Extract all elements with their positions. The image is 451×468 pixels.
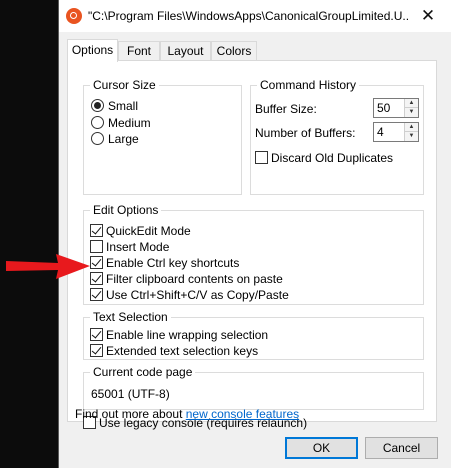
line-wrap-selection-checkbox[interactable]: Enable line wrapping selection [90,327,268,343]
radio-medium-indicator[interactable] [91,116,104,129]
cancel-button[interactable]: Cancel [365,437,438,459]
radio-medium[interactable]: Medium [91,115,151,131]
line-wrap-selection-label: Enable line wrapping selection [106,328,269,342]
dialog-body: Options Font Layout Colors Cursor Size S… [59,32,451,468]
title-bar: "C:\Program Files\WindowsApps\CanonicalG… [59,0,451,32]
code-page-group: Current code page 65001 (UTF-8) [83,365,424,410]
window-title: "C:\Program Files\WindowsApps\CanonicalG… [88,9,408,23]
tab-layout[interactable]: Layout [160,41,211,61]
code-page-title: Current code page [90,365,196,379]
tab-colors[interactable]: Colors [211,41,257,61]
new-console-features-link[interactable]: new console features [186,407,299,421]
ctrl-shortcuts-box[interactable] [90,256,103,269]
num-buffers-stepper[interactable]: 4 ▲ ▼ [373,122,419,142]
text-selection-group: Text Selection Enable line wrapping sele… [83,310,424,360]
close-icon[interactable]: ✕ [415,3,441,29]
line-wrap-selection-box[interactable] [90,328,103,341]
num-buffers-spin-buttons: ▲ ▼ [404,123,418,141]
code-page-value: 65001 (UTF-8) [91,387,170,401]
options-panel: Cursor Size Small Medium Large Command H… [67,60,437,430]
insert-mode-box[interactable] [90,240,103,253]
num-buffers-label: Number of Buffers: [255,126,356,140]
filter-clipboard-checkbox[interactable]: Filter clipboard contents on paste [90,271,283,287]
radio-small-label: Small [108,99,139,113]
insert-mode-checkbox[interactable]: Insert Mode [90,239,169,255]
edit-options-title: Edit Options [90,203,162,217]
ctrl-shift-copy-paste-label: Use Ctrl+Shift+C/V as Copy/Paste [106,288,289,302]
discard-duplicates-label: Discard Old Duplicates [271,151,394,165]
filter-clipboard-label: Filter clipboard contents on paste [106,272,283,286]
ubuntu-icon [66,8,82,24]
find-out-more-text: Find out more about [75,407,186,421]
quickedit-checkbox[interactable]: QuickEdit Mode [90,223,191,239]
discard-duplicates-checkbox[interactable]: Discard Old Duplicates [255,150,393,166]
ctrl-shift-copy-paste-box[interactable] [90,288,103,301]
buffer-size-down-icon[interactable]: ▼ [405,108,418,117]
extended-selection-box[interactable] [90,344,103,357]
quickedit-label: QuickEdit Mode [106,224,191,238]
filter-clipboard-box[interactable] [90,272,103,285]
buffer-size-label: Buffer Size: [255,102,317,116]
text-selection-title: Text Selection [90,310,171,324]
num-buffers-up-icon[interactable]: ▲ [405,123,418,132]
ctrl-shortcuts-label: Enable Ctrl key shortcuts [106,256,240,270]
find-out-more-line: Find out more about new console features [75,407,299,421]
buffer-size-value[interactable]: 50 [377,101,390,115]
insert-mode-label: Insert Mode [106,240,170,254]
quickedit-box[interactable] [90,224,103,237]
edit-options-group: Edit Options QuickEdit Mode Insert Mode … [83,203,424,305]
cursor-size-group: Cursor Size Small Medium Large [83,78,242,195]
num-buffers-value[interactable]: 4 [377,125,384,139]
extended-selection-label: Extended text selection keys [106,344,259,358]
radio-large-label: Large [108,132,139,146]
radio-large-indicator[interactable] [91,132,104,145]
buffer-size-spin-buttons: ▲ ▼ [404,99,418,117]
radio-large[interactable]: Large [91,131,139,147]
buffer-size-stepper[interactable]: 50 ▲ ▼ [373,98,419,118]
command-history-title: Command History [257,78,360,92]
console-properties-window: "C:\Program Files\WindowsApps\CanonicalG… [58,0,451,468]
ok-button[interactable]: OK [285,437,358,459]
ctrl-shortcuts-checkbox[interactable]: Enable Ctrl key shortcuts [90,255,239,271]
num-buffers-down-icon[interactable]: ▼ [405,132,418,141]
cursor-size-title: Cursor Size [90,78,159,92]
radio-small-indicator[interactable] [91,99,104,112]
tab-font[interactable]: Font [118,41,160,61]
radio-small[interactable]: Small [91,98,138,114]
radio-medium-label: Medium [108,116,151,130]
buffer-size-up-icon[interactable]: ▲ [405,99,418,108]
discard-duplicates-box[interactable] [255,151,268,164]
tab-options[interactable]: Options [67,39,118,62]
command-history-group: Command History Buffer Size: 50 ▲ ▼ Numb… [250,78,424,195]
extended-selection-checkbox[interactable]: Extended text selection keys [90,343,258,359]
red-arrow-annotation-icon [6,254,90,279]
ctrl-shift-copy-paste-checkbox[interactable]: Use Ctrl+Shift+C/V as Copy/Paste [90,287,289,303]
